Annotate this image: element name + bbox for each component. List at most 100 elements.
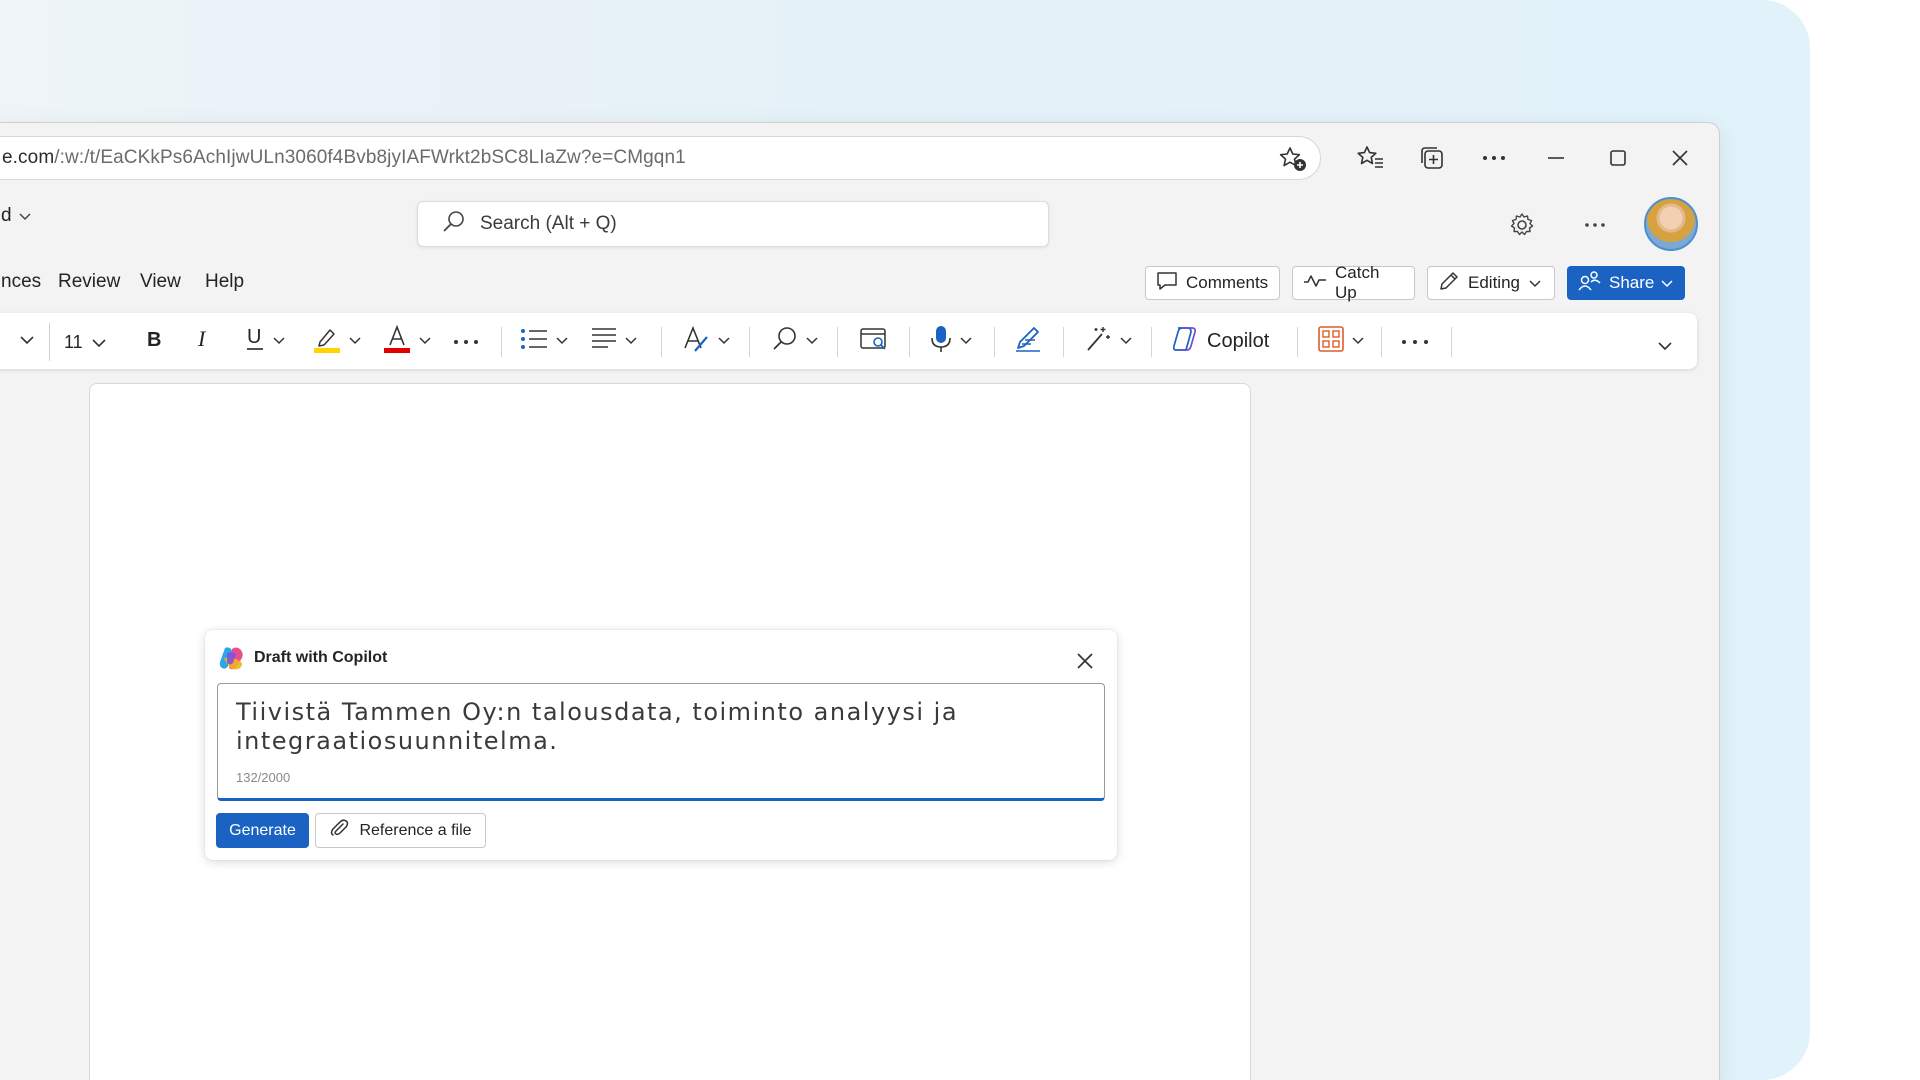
toolbar-divider: [909, 327, 910, 357]
browser-window: e.com/:w:/t/EaCKkPs6AchIjwULn3060f4Bvb8j…: [0, 122, 1720, 1080]
font-color-button[interactable]: [382, 313, 432, 369]
character-count: 132/2000: [236, 770, 291, 785]
more-icon: [453, 332, 479, 350]
comments-button[interactable]: Comments: [1145, 266, 1280, 300]
search-placeholder: Search (Alt + Q): [480, 213, 617, 234]
highlight-button[interactable]: [312, 313, 362, 369]
minimize-icon[interactable]: [1525, 136, 1587, 180]
reference-a-file-button[interactable]: Reference a file: [315, 813, 486, 848]
find-button[interactable]: [771, 313, 819, 369]
app-header: d Search (Alt + Q): [0, 187, 1719, 251]
bold-button[interactable]: B: [144, 313, 164, 369]
chevron-down-icon: [418, 332, 432, 350]
toolbar-divider: [837, 327, 838, 357]
close-icon[interactable]: [1073, 649, 1097, 673]
toolbar-divider: [1063, 327, 1064, 357]
tab-review[interactable]: Review: [58, 271, 120, 293]
close-icon[interactable]: [1649, 136, 1711, 180]
browser-icons: [1339, 136, 1711, 180]
catch-up-button[interactable]: Catch Up: [1292, 263, 1415, 302]
chevron-down-icon: [1119, 332, 1133, 350]
search-icon: [442, 210, 466, 239]
more-icon: [1401, 332, 1429, 350]
draft-with-copilot-dialog: Draft with Copilot Tiivistä Tammen Oy:n …: [205, 630, 1117, 860]
font-size-dropdown[interactable]: 11: [49, 323, 123, 361]
ribbon-toolbar: 11 B I U Copilot: [0, 313, 1697, 369]
app-more-icon[interactable]: [1577, 207, 1613, 243]
italic-icon: I: [194, 326, 214, 355]
catch-up-label: Catch Up: [1335, 263, 1380, 302]
dictate-button[interactable]: [929, 313, 973, 369]
styles-button[interactable]: [681, 313, 731, 369]
magic-wand-icon: [1083, 324, 1113, 359]
ribbon-tabs: nces Review View Help Comments Catch Up …: [0, 263, 1719, 305]
comment-icon: [1156, 271, 1178, 296]
search-icon: [771, 325, 799, 358]
settings-gear-icon[interactable]: [1504, 207, 1540, 243]
svg-text:B: B: [147, 329, 161, 350]
font-name-dropdown[interactable]: [19, 313, 35, 369]
font-color-icon: [382, 324, 412, 359]
editor-pen-icon: [1013, 324, 1043, 359]
tab-view[interactable]: View: [140, 271, 181, 293]
underline-icon: U: [244, 326, 266, 357]
expand-ribbon-button[interactable]: [1657, 319, 1673, 375]
reader-icon: [859, 326, 889, 357]
underline-button[interactable]: U: [244, 313, 286, 369]
favorite-add-icon[interactable]: [1278, 145, 1308, 173]
tab-help[interactable]: Help: [205, 271, 244, 293]
copilot-button[interactable]: Copilot: [1169, 313, 1269, 369]
editing-button[interactable]: Editing: [1427, 266, 1555, 300]
browser-bar: e.com/:w:/t/EaCKkPs6AchIjwULn3060f4Bvb8j…: [0, 123, 1719, 180]
generate-button[interactable]: Generate: [216, 813, 309, 848]
chevron-down-icon: [1660, 273, 1674, 293]
address-url[interactable]: e.com/:w:/t/EaCKkPs6AchIjwULn3060f4Bvb8j…: [0, 147, 686, 169]
toolbar-divider: [1451, 327, 1452, 357]
toolbar-divider: [501, 327, 502, 357]
chevron-down-icon: [19, 332, 35, 350]
search-input[interactable]: Search (Alt + Q): [417, 201, 1049, 247]
copilot-label: Copilot: [1207, 329, 1270, 352]
address-domain: e.com: [2, 147, 55, 168]
designer-button[interactable]: [1083, 313, 1133, 369]
italic-button[interactable]: I: [194, 313, 214, 369]
collections-icon[interactable]: [1401, 136, 1463, 180]
editor-button[interactable]: [1013, 313, 1043, 369]
pencil-icon: [1438, 270, 1460, 297]
chevron-down-icon: [959, 332, 973, 350]
more-font-options-button[interactable]: [453, 313, 479, 369]
add-ins-button[interactable]: [1317, 313, 1365, 369]
copilot-logo-icon: [218, 645, 246, 671]
draft-title: Draft with Copilot: [254, 649, 388, 666]
chevron-down-icon: [805, 332, 819, 350]
activity-icon: [1303, 273, 1327, 294]
tab-references[interactable]: nces: [1, 271, 41, 293]
more-commands-button[interactable]: [1401, 313, 1429, 369]
document-name[interactable]: d: [1, 205, 32, 227]
reference-a-file-label: Reference a file: [359, 821, 472, 839]
avatar[interactable]: [1644, 197, 1698, 251]
share-people-icon: [1577, 270, 1603, 297]
toolbar-divider: [749, 327, 750, 357]
alignment-button[interactable]: [590, 313, 638, 369]
bullets-button[interactable]: [519, 313, 569, 369]
chevron-down-icon: [624, 332, 638, 350]
share-label: Share: [1609, 273, 1655, 292]
chevron-down-icon: [1351, 332, 1365, 350]
prompt-textarea[interactable]: Tiivistä Tammen Oy:n talousdata, toimint…: [217, 683, 1105, 801]
share-button[interactable]: Share: [1567, 266, 1685, 300]
toolbar-divider: [1151, 327, 1152, 357]
toolbar-divider: [661, 327, 662, 357]
bold-icon: B: [144, 328, 164, 355]
chevron-down-icon: [18, 205, 32, 227]
paperclip-icon: [329, 818, 349, 843]
svg-text:I: I: [197, 328, 207, 350]
editing-label: Editing: [1468, 273, 1520, 292]
more-icon[interactable]: [1463, 136, 1525, 180]
favorites-icon[interactable]: [1339, 136, 1401, 180]
address-bar[interactable]: e.com/:w:/t/EaCKkPs6AchIjwULn3060f4Bvb8j…: [0, 136, 1321, 180]
maximize-icon[interactable]: [1587, 136, 1649, 180]
align-icon: [590, 326, 618, 357]
prompt-text: Tiivistä Tammen Oy:n talousdata, toimint…: [236, 698, 959, 755]
immersive-reader-button[interactable]: [859, 313, 889, 369]
